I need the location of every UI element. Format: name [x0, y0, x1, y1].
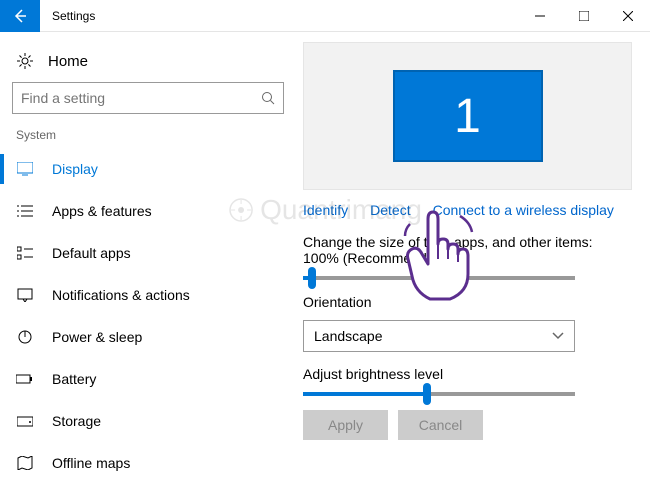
back-button[interactable] — [0, 0, 40, 32]
monitor-number: 1 — [454, 89, 481, 144]
minimize-button[interactable] — [518, 0, 562, 32]
orientation-select[interactable]: Landscape — [303, 320, 575, 352]
close-button[interactable] — [606, 0, 650, 32]
nav-item-storage[interactable]: Storage — [12, 400, 295, 442]
wireless-display-link[interactable]: Connect to a wireless display — [433, 202, 614, 218]
map-icon — [16, 456, 34, 470]
nav-label: Battery — [52, 371, 96, 387]
nav-label: Display — [52, 161, 98, 177]
storage-icon — [16, 414, 34, 428]
monitor-preview-area: 1 — [303, 42, 632, 190]
text-size-slider[interactable] — [303, 276, 575, 280]
section-label: System — [16, 128, 295, 142]
chevron-down-icon — [552, 332, 564, 340]
left-panel: Home System Display Apps & features Defa… — [0, 32, 295, 500]
detect-link[interactable]: Detect — [370, 202, 410, 218]
nav-label: Offline maps — [52, 455, 130, 471]
nav-item-maps[interactable]: Offline maps — [12, 442, 295, 484]
orientation-value: Landscape — [314, 328, 383, 344]
maximize-button[interactable] — [562, 0, 606, 32]
gear-icon — [16, 52, 34, 70]
defaults-icon — [16, 246, 34, 260]
monitor-icon — [16, 162, 34, 176]
cancel-button[interactable]: Cancel — [398, 410, 483, 440]
notification-icon — [16, 288, 34, 302]
arrow-left-icon — [12, 8, 28, 24]
apply-button[interactable]: Apply — [303, 410, 388, 440]
nav-label: Power & sleep — [52, 329, 142, 345]
nav-item-default-apps[interactable]: Default apps — [12, 232, 295, 274]
identify-link[interactable]: Identify — [303, 202, 348, 218]
slider-thumb[interactable] — [423, 383, 431, 405]
orientation-label: Orientation — [303, 294, 632, 310]
nav-label: Storage — [52, 413, 101, 429]
right-panel: 1 Identify Detect Connect to a wireless … — [295, 32, 650, 500]
search-box[interactable] — [12, 82, 284, 114]
power-icon — [16, 329, 34, 345]
titlebar: Settings — [0, 0, 650, 32]
nav-item-display[interactable]: Display — [12, 148, 295, 190]
minimize-icon — [535, 11, 545, 21]
search-icon — [261, 91, 275, 105]
nav-item-notifications[interactable]: Notifications & actions — [12, 274, 295, 316]
maximize-icon — [579, 11, 589, 21]
home-button[interactable]: Home — [12, 44, 295, 82]
nav-item-battery[interactable]: Battery — [12, 358, 295, 400]
nav-label: Default apps — [52, 245, 131, 261]
window-title: Settings — [52, 9, 95, 23]
brightness-label: Adjust brightness level — [303, 366, 632, 382]
nav-item-apps[interactable]: Apps & features — [12, 190, 295, 232]
slider-thumb[interactable] — [308, 267, 316, 289]
text-size-label: Change the size of text, apps, and other… — [303, 234, 632, 266]
monitor-1[interactable]: 1 — [393, 70, 543, 162]
home-label: Home — [48, 53, 88, 70]
nav-item-power[interactable]: Power & sleep — [12, 316, 295, 358]
search-input[interactable] — [21, 90, 261, 106]
nav-label: Apps & features — [52, 203, 152, 219]
brightness-slider[interactable] — [303, 392, 575, 396]
list-icon — [16, 204, 34, 218]
nav-label: Notifications & actions — [52, 287, 190, 303]
close-icon — [623, 11, 633, 21]
battery-icon — [16, 373, 34, 385]
